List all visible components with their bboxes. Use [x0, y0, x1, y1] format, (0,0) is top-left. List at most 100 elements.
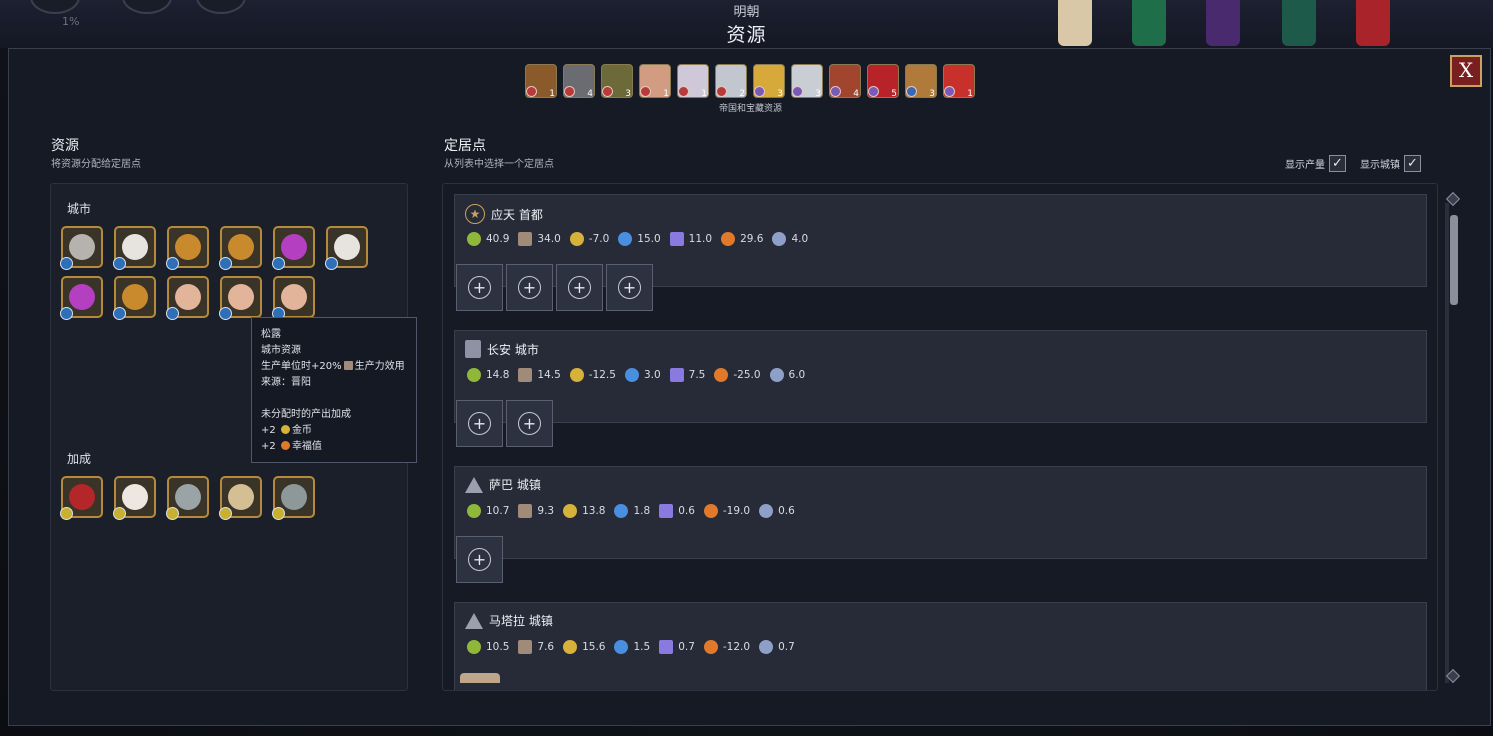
add-resource-icon: + [518, 276, 541, 299]
rice-bowl-icon[interactable] [325, 226, 368, 270]
resource-type-badge-icon [113, 507, 126, 520]
pig-icon[interactable] [166, 276, 209, 320]
pig-icon[interactable] [272, 276, 315, 320]
leader-banner[interactable] [1132, 0, 1166, 46]
hat-resource-icon[interactable]: 1 [943, 64, 975, 99]
yield-value: 13.8 [582, 505, 606, 517]
silk-roll-icon[interactable] [60, 276, 103, 320]
empty-resource-slot[interactable]: + [506, 264, 553, 311]
empty-resource-slot[interactable]: + [456, 536, 503, 583]
yield-stat: -25.0 [714, 368, 761, 382]
leader-banner[interactable] [1206, 0, 1240, 46]
yield-value: 3.0 [643, 369, 661, 381]
elephant-icon[interactable] [166, 476, 209, 520]
leader-banner[interactable] [1356, 0, 1390, 46]
settlement-header: ★ 应天 首都 [465, 204, 543, 224]
yield-stat: 10.7 [467, 504, 509, 518]
hands-resource-icon[interactable]: 1 [639, 64, 671, 99]
yield-stat: 14.8 [467, 368, 509, 382]
pig-icon[interactable] [219, 276, 262, 320]
show-towns-checkbox[interactable]: ✓ [1404, 155, 1421, 172]
yield-value: 15.6 [582, 641, 606, 653]
settlement-card[interactable]: ★ 应天 首都 40.9 34.0 -7.0 15.0 11.0 29.6 4.0 + + + + [454, 194, 1427, 311]
city-icon [465, 340, 481, 358]
silk-roll-icon[interactable] [272, 226, 315, 270]
salt-resource-icon[interactable]: 1 [677, 64, 709, 99]
camel-icon[interactable] [219, 476, 262, 520]
rarity-badge-icon [792, 86, 803, 97]
resource-art [334, 234, 360, 260]
production-icon [518, 640, 533, 654]
resource-count: 1 [549, 89, 555, 99]
yield-value: 4.0 [791, 233, 809, 245]
yield-value: 34.0 [537, 233, 561, 245]
resources-dialog: X 143112334531 帝国和宝藏资源 资源 将资源分配给定居点 定居点 … [8, 48, 1491, 726]
horse-resource-icon[interactable]: 3 [905, 64, 937, 99]
yield-value: 0.7 [678, 641, 695, 653]
yield-value: 7.6 [537, 641, 555, 653]
empty-resource-slot[interactable]: + [456, 400, 503, 447]
statue-resource-icon[interactable]: 2 [715, 64, 747, 99]
yield-stat: 7.5 [669, 368, 706, 382]
books-resource-icon[interactable]: 4 [829, 64, 861, 99]
scrollbar-track[interactable] [1445, 203, 1449, 683]
scrollbar-thumb[interactable] [1450, 215, 1458, 305]
yield-stat: 7.6 [518, 640, 554, 654]
show-yield-toggle[interactable]: 显示产量 ✓ [1285, 155, 1346, 172]
potion-resource-icon[interactable]: 5 [867, 64, 899, 99]
yield-stat: -12.5 [569, 368, 616, 382]
leader-banner[interactable] [1282, 0, 1316, 46]
rarity-badge-icon [678, 86, 689, 97]
settlement-card[interactable]: 马塔拉 城镇 10.5 7.6 15.6 1.5 0.7 -12.0 0.7 [454, 602, 1427, 690]
production-icon [518, 368, 533, 382]
cotton-icon[interactable] [113, 476, 156, 520]
empty-resource-slot[interactable]: + [506, 400, 553, 447]
yield-stat: 15.0 [618, 232, 661, 246]
resource-type-badge-icon [60, 257, 73, 270]
wine-resource-icon[interactable]: 3 [601, 64, 633, 99]
teapot-resource-icon[interactable]: 3 [791, 64, 823, 99]
show-towns-toggle[interactable]: 显示城镇 ✓ [1360, 155, 1421, 172]
rarity-badge-icon [640, 86, 651, 97]
rice-bowl-icon[interactable] [113, 226, 156, 270]
yield-value: 6.0 [788, 369, 806, 381]
tin-can-icon[interactable] [272, 476, 315, 520]
iron-resource-icon[interactable]: 4 [563, 64, 595, 99]
resource-type-badge-icon [219, 507, 232, 520]
resource-type-badge-icon [219, 307, 232, 320]
rarity-badge-icon [564, 86, 575, 97]
empty-resource-slot[interactable]: + [556, 264, 603, 311]
show-yield-checkbox[interactable]: ✓ [1329, 155, 1346, 172]
tea-cake-icon[interactable] [166, 226, 209, 270]
empty-resource-slot[interactable]: + [606, 264, 653, 311]
tooltip-source: 来源：晋阳 [261, 377, 311, 388]
tea-cake-icon[interactable] [219, 226, 262, 270]
dates-icon[interactable] [60, 476, 103, 520]
tooltip-happiness-bonus: +2 幸福值 [261, 439, 407, 455]
wood-resource-icon[interactable]: 1 [525, 64, 557, 99]
yield-stat: -12.0 [703, 640, 750, 654]
assigned-resource-icon[interactable] [460, 673, 500, 683]
close-button[interactable]: X [1450, 55, 1482, 87]
settlement-card[interactable]: 萨巴 城镇 10.7 9.3 13.8 1.8 0.6 -19.0 0.6 + [454, 466, 1427, 583]
gold-bars-resource-icon[interactable]: 3 [753, 64, 785, 99]
yield-value: -25.0 [733, 369, 761, 381]
empty-resource-slot[interactable]: + [456, 264, 503, 311]
tea-cake-icon[interactable] [113, 276, 156, 320]
settlement-yields: 10.5 7.6 15.6 1.5 0.7 -12.0 0.7 [467, 640, 804, 654]
tooltip-effect: 生产单位时+20% 生产力效用 [261, 359, 407, 375]
leader-banner[interactable] [1058, 0, 1092, 46]
yield-value: 7.5 [688, 369, 706, 381]
yield-stat: 13.8 [563, 504, 605, 518]
rarity-badge-icon [754, 86, 765, 97]
resource-count: 3 [929, 89, 935, 99]
resource-art [281, 484, 307, 510]
settlement-card[interactable]: 长安 城市 14.8 14.5 -12.5 3.0 7.5 -25.0 6.0 + + [454, 330, 1427, 447]
yield-value: 0.7 [778, 641, 795, 653]
settlement-list[interactable]: ★ 应天 首都 40.9 34.0 -7.0 15.0 11.0 29.6 4.0 + + + + 长安 … [442, 183, 1438, 691]
add-resource-icon: + [468, 276, 491, 299]
pearl-oyster-icon[interactable] [60, 226, 103, 270]
happiness-bonus-label: 幸福值 [291, 441, 322, 452]
resource-count: 5 [891, 89, 897, 99]
resource-type-badge-icon [60, 507, 73, 520]
